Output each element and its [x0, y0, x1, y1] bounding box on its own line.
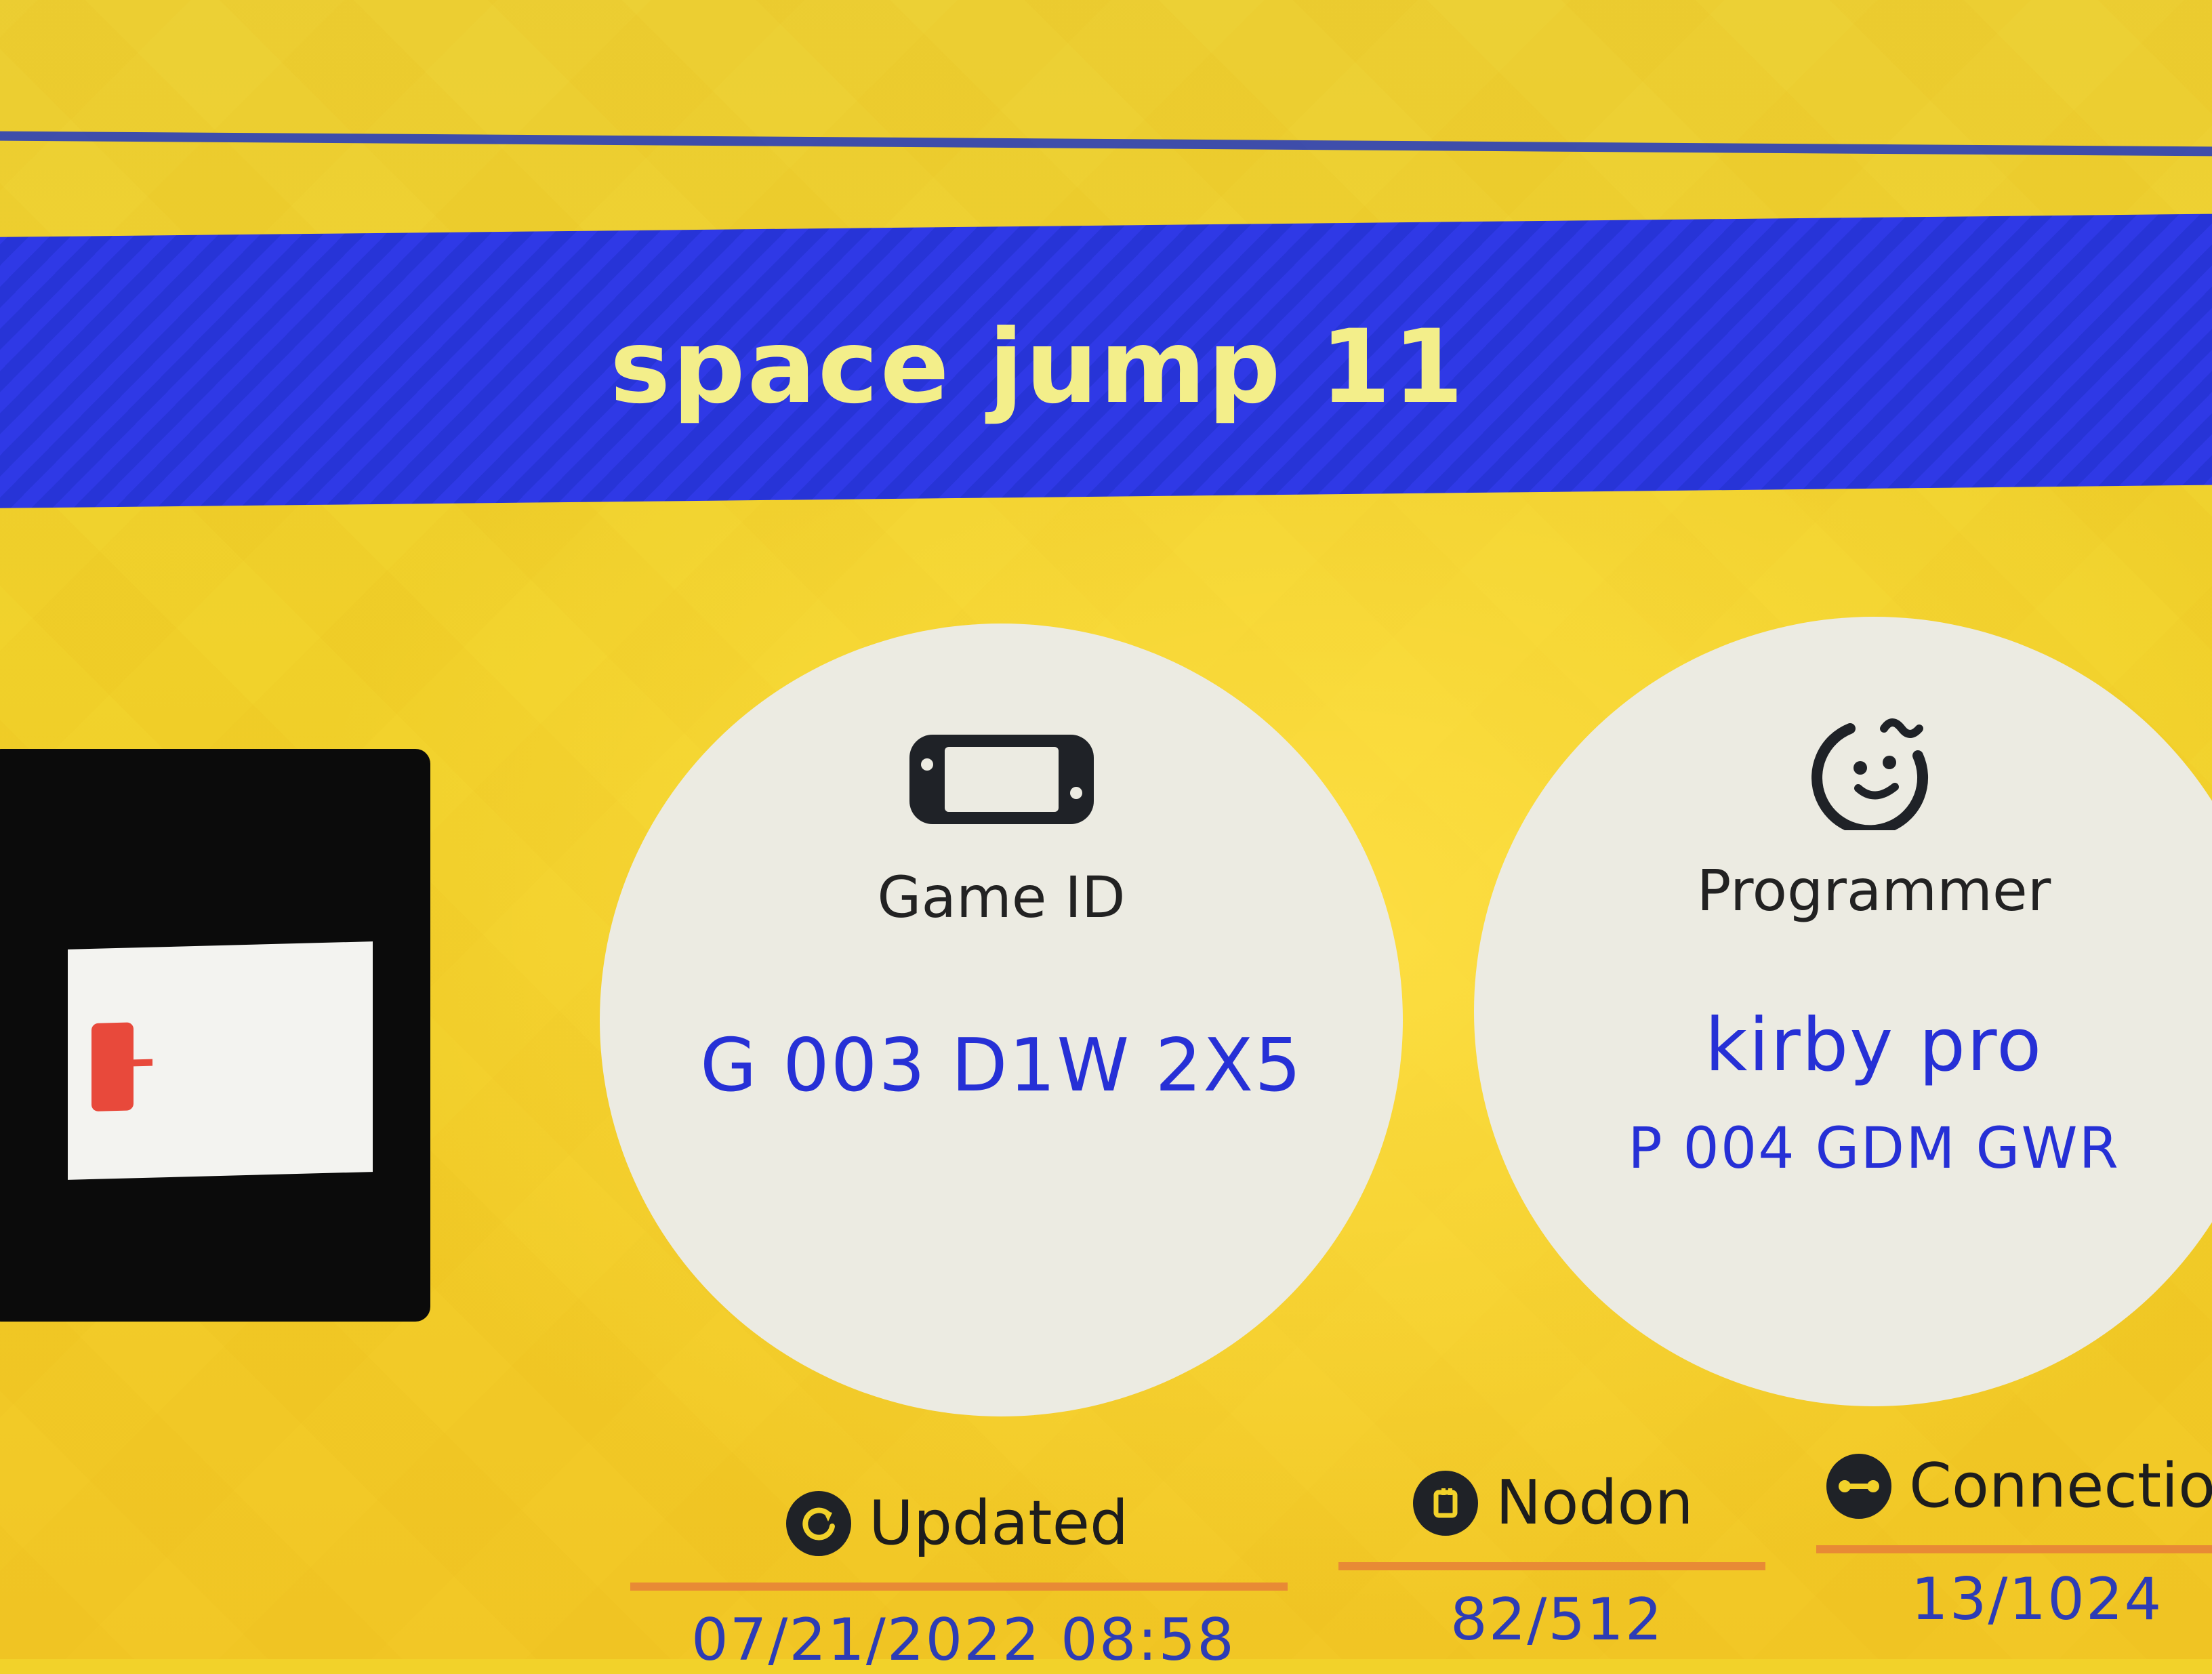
game-id-value: G 003 D1W 2X5: [700, 1023, 1303, 1108]
robot-sprite: [91, 1022, 134, 1111]
connection-icon: [1826, 1453, 1891, 1519]
stat-connections-header: Connections: [1826, 1450, 2212, 1522]
stat-updated-value: 07/21/2022 08:58: [691, 1606, 1235, 1674]
stat-nodon-header: Nodon: [1413, 1467, 1694, 1538]
thumbnail-screen: [68, 941, 373, 1180]
stat-nodon-rule: [1338, 1562, 1765, 1570]
handheld-console-icon: [907, 732, 1097, 830]
stat-updated-label: Updated: [869, 1488, 1129, 1559]
programmer-name[interactable]: kirby pro: [1474, 1003, 2212, 1088]
refresh-icon: [786, 1490, 851, 1556]
stat-updated-header: Updated: [786, 1488, 1128, 1559]
programmer-label: Programmer: [1696, 857, 2051, 924]
smiling-face-icon: [1809, 708, 1938, 836]
stat-nodon-label: Nodon: [1496, 1467, 1694, 1538]
game-title: space jump 11: [610, 308, 1466, 426]
stat-connections-label: Connections: [1909, 1450, 2212, 1522]
stat-connections-value: 13/1024: [1911, 1566, 2163, 1633]
game-id-label: Game ID: [877, 864, 1126, 931]
nodon-icon: [1413, 1470, 1478, 1536]
game-id-card: Game ID G 003 D1W 2X5: [600, 624, 1403, 1416]
stat-updated-rule: [630, 1583, 1288, 1591]
stat-nodon-value: 82/512: [1450, 1586, 1664, 1654]
game-thumbnail[interactable]: [0, 749, 430, 1322]
stat-connections-rule: [1816, 1545, 2212, 1553]
programmer-id: P 004 GDM GWR: [1628, 1115, 2120, 1181]
